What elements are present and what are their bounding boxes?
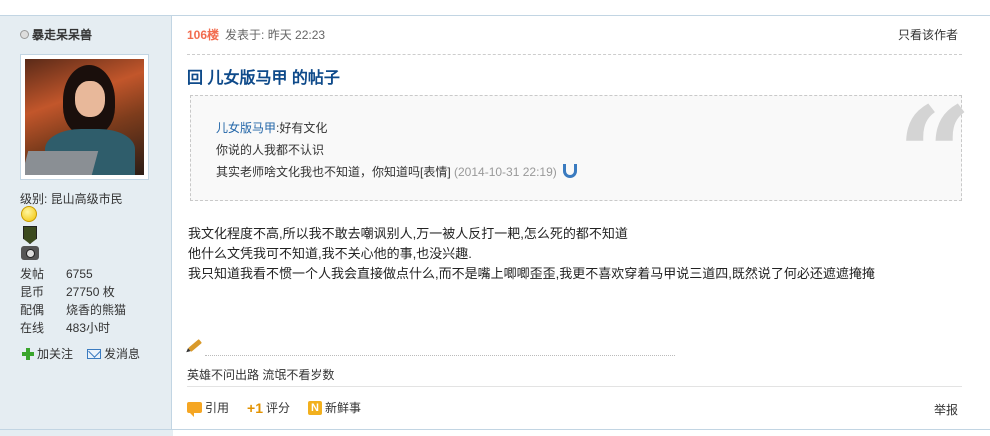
fresh-label[interactable]: 新鲜事 — [325, 399, 361, 416]
follow-button[interactable]: 加关注 — [22, 345, 73, 362]
mail-icon — [87, 348, 102, 359]
bottom-edge-main — [173, 430, 990, 436]
divider — [187, 386, 962, 387]
body-line: 他什么文凭我可不知道,我不关心他的事,也没兴趣. — [188, 246, 472, 261]
stat-key: 昆币 — [20, 285, 45, 299]
post-actions: 引用 +1 评分 N 新鲜事 — [187, 399, 361, 417]
quote-line: 你说的人我都不认识 — [216, 143, 325, 157]
report-link[interactable]: 举报 — [934, 401, 958, 418]
quote-block: 儿女版马甲:好有文化 你说的人我都不认识 其实老师啥文化我也不知道，你知道吗[表… — [190, 90, 972, 220]
user-actions: 加关注 发消息 — [22, 345, 140, 362]
top-border — [0, 0, 990, 16]
post-body: 我文化程度不高,所以我不敢去嘲讽别人,万一被人反打一耙,怎么死的都不知道 他什么… — [188, 224, 875, 284]
post-time: 发表于: 昨天 22:23 — [225, 28, 326, 42]
user-stats: 发帖 6755 昆币 27750 枚 配偶 烧香的熊猫 在线 483小时 — [20, 265, 126, 337]
message-button[interactable]: 发消息 — [87, 345, 140, 362]
rate-plus-icon: +1 — [247, 399, 263, 416]
rate-button[interactable]: +1 评分 — [247, 399, 290, 416]
body-line: 我文化程度不高,所以我不敢去嘲讽别人,万一被人反打一耙,怎么死的都不知道 — [188, 226, 628, 241]
quote-label[interactable]: 引用 — [205, 399, 229, 416]
quote-line: 其实老师啥文化我也不知道，你知道吗[表情] (2014-10-31 22:19) — [216, 163, 578, 180]
quote-text: 其实老师啥文化我也不知道，你知道吗[表情] — [216, 165, 451, 179]
stat-row: 发帖 6755 — [20, 265, 126, 283]
rate-label[interactable]: 评分 — [266, 399, 290, 416]
quote-button[interactable]: 引用 — [187, 399, 229, 417]
stat-value[interactable]: 烧香的熊猫 — [66, 301, 126, 319]
username[interactable]: 暴走呆呆兽 — [20, 26, 92, 43]
stat-row: 在线 483小时 — [20, 319, 126, 337]
floor-number: 106楼 — [187, 28, 220, 42]
follow-label[interactable]: 加关注 — [37, 345, 73, 362]
stat-value: 483小时 — [66, 321, 111, 335]
signature: 英雄不问出路 流氓不看岁数 — [187, 368, 335, 382]
post-title: 回 儿女版马甲 的帖子 — [187, 70, 340, 87]
camera-icon[interactable] — [21, 246, 39, 260]
stat-row: 配偶 烧香的熊猫 — [20, 301, 126, 319]
fresh-button[interactable]: N 新鲜事 — [308, 399, 361, 416]
divider — [187, 54, 962, 55]
quote-time: (2014-10-31 22:19) — [454, 165, 557, 179]
stat-key: 在线 — [20, 321, 45, 335]
user-level: 级别: 昆山高级市民 — [20, 192, 123, 206]
jump-to-quote-icon[interactable] — [563, 163, 578, 178]
new-icon: N — [308, 400, 322, 415]
stat-key: 配偶 — [20, 303, 45, 317]
signature-divider — [205, 355, 675, 356]
quote-line: 儿女版马甲:好有文化 — [216, 119, 327, 136]
quote-text: :好有文化 — [276, 121, 328, 135]
avatar-image[interactable] — [25, 59, 144, 175]
smiley-icon — [21, 206, 37, 222]
plus-icon — [22, 347, 34, 360]
stat-key: 发帖 — [20, 267, 45, 281]
post-meta: 106楼 发表于: 昨天 22:23 — [187, 26, 325, 43]
quote-author-link[interactable]: 儿女版马甲 — [216, 121, 276, 135]
stat-value: 6755 — [66, 267, 93, 281]
avatar[interactable] — [20, 54, 149, 180]
stat-value: 27750 枚 — [66, 285, 115, 299]
quote-mark-icon: “ — [897, 78, 972, 231]
stat-row: 昆币 27750 枚 — [20, 283, 126, 301]
username-text[interactable]: 暴走呆呆兽 — [32, 26, 92, 43]
body-line: 我只知道我看不惯一个人我会直接做点什么,而不是嘴上唧唧歪歪,我更不喜欢穿着马甲说… — [188, 266, 875, 281]
only-author-link[interactable]: 只看该作者 — [898, 26, 958, 43]
message-label[interactable]: 发消息 — [104, 345, 140, 362]
quote-icon — [187, 402, 202, 417]
user-status-icon — [20, 30, 29, 39]
